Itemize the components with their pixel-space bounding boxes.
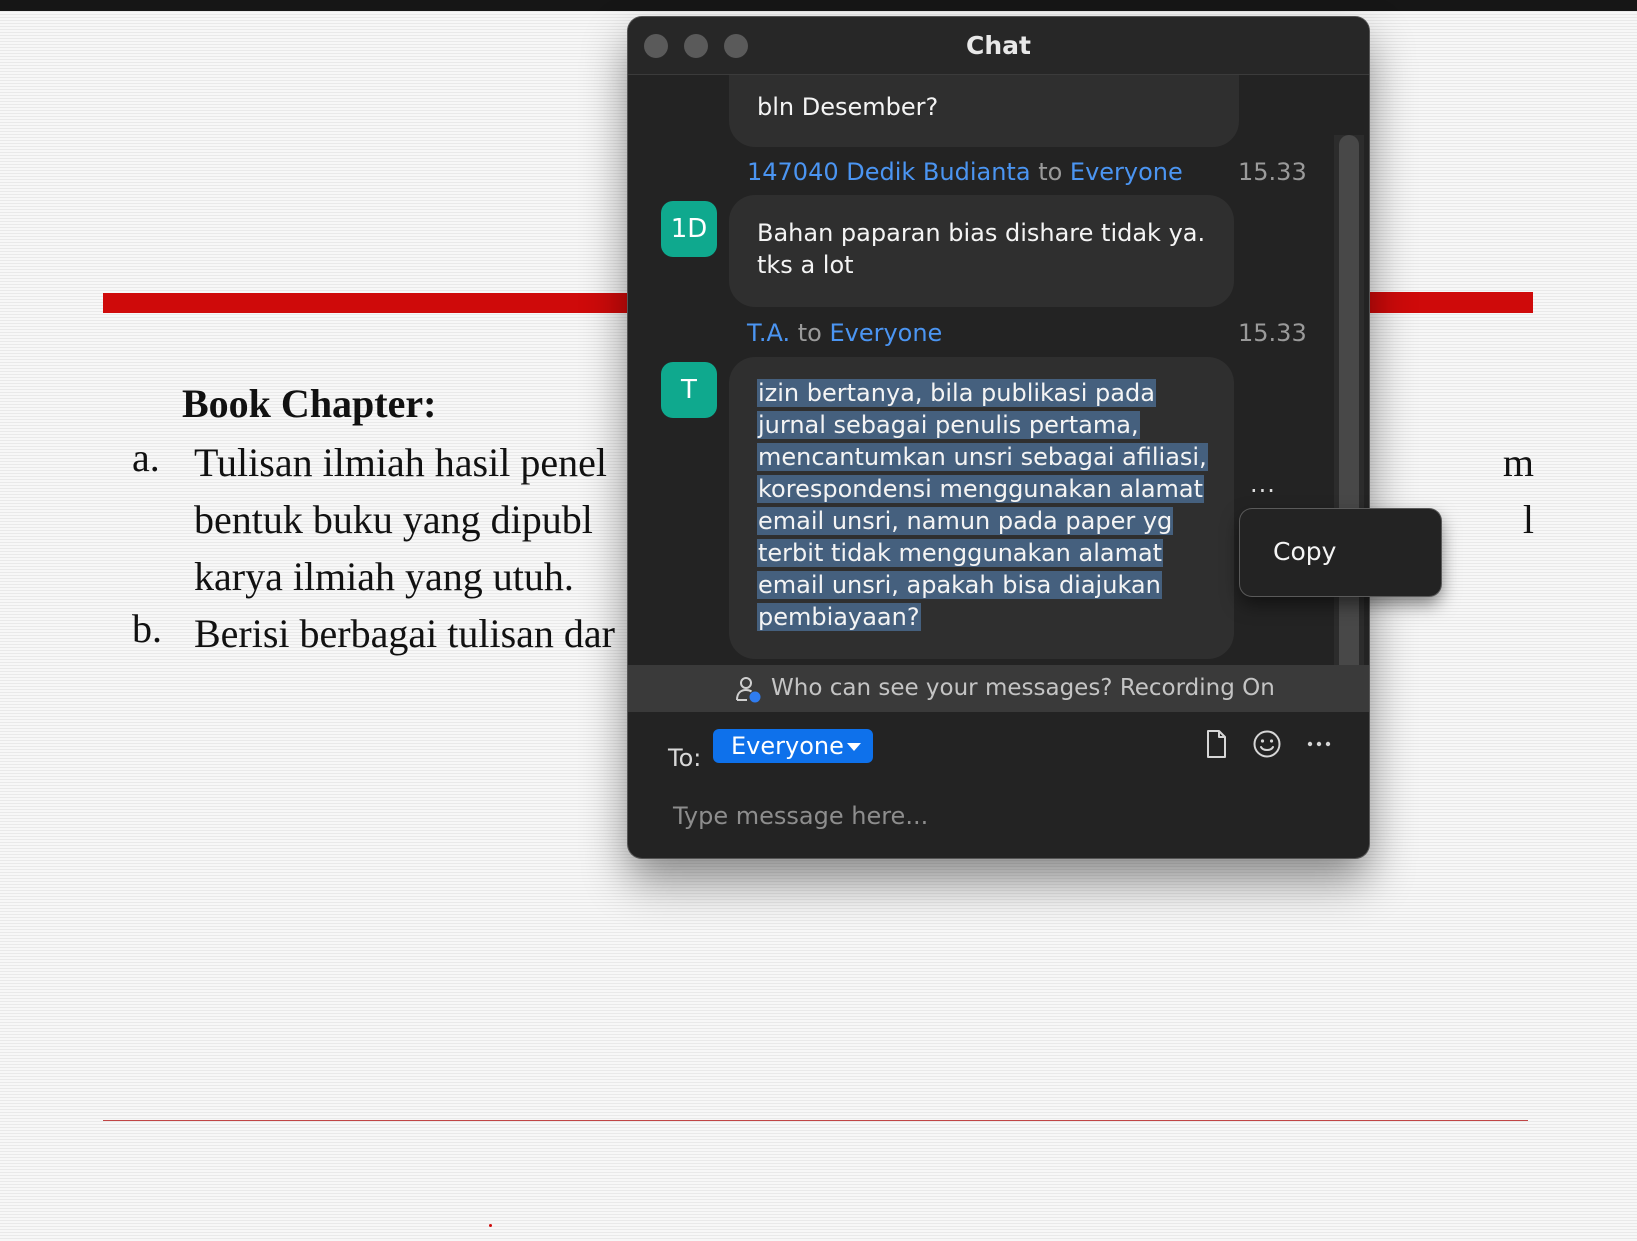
visibility-notice-text: Who can see your messages? Recording On bbox=[771, 675, 1275, 701]
sender-name[interactable]: 147040 Dedik Budianta bbox=[747, 158, 1031, 186]
message-line: tks a lot bbox=[757, 251, 854, 279]
top-menu-bar bbox=[0, 0, 1637, 11]
message-line: email unsri, apakah bisa diajukan bbox=[757, 571, 1162, 599]
message-bubble[interactable]: bln Desember? bbox=[729, 75, 1239, 147]
avatar[interactable]: T bbox=[661, 362, 717, 418]
message-bubble[interactable]: Bahan paparan bias dishare tidak ya. tks… bbox=[729, 195, 1234, 307]
recipient-selected: Everyone bbox=[731, 732, 844, 760]
visibility-notice[interactable]: Who can see your messages? Recording On bbox=[628, 665, 1369, 712]
avatar[interactable]: 1D bbox=[661, 201, 717, 257]
message-header: 147040 Dedik Budianta to Everyone bbox=[747, 158, 1183, 186]
slide-heading: Book Chapter: bbox=[182, 381, 437, 426]
message-line: korespondensi menggunakan alamat bbox=[757, 475, 1205, 503]
more-icon[interactable] bbox=[1303, 728, 1335, 760]
recipient-dropdown[interactable]: Everyone bbox=[713, 729, 873, 763]
message-time: 15.33 bbox=[1238, 319, 1307, 347]
message-line: email unsri, namun pada paper yg bbox=[757, 507, 1174, 535]
message-line: Bahan paparan bias dishare tidak ya. bbox=[757, 219, 1206, 247]
menu-item-label: Copy bbox=[1273, 537, 1337, 566]
list-marker: a. bbox=[132, 435, 160, 480]
slide-line-fragment: l bbox=[1522, 497, 1534, 542]
message-text: bln Desember? bbox=[757, 93, 939, 121]
message-line: terbit tidak menggunakan alamat bbox=[757, 539, 1164, 567]
to-word: to bbox=[1038, 158, 1063, 186]
message-line: pembiayaan? bbox=[757, 603, 921, 631]
context-menu: Copy bbox=[1240, 509, 1441, 596]
chat-title: Chat bbox=[966, 31, 1031, 60]
slide-dot bbox=[489, 1224, 492, 1227]
chat-window: Chat bln Desember? 147040 Dedik Budianta… bbox=[628, 17, 1369, 858]
message-text-selected[interactable]: izin bertanya, bila publikasi pada jurna… bbox=[757, 377, 1219, 633]
list-marker: b. bbox=[132, 606, 162, 651]
to-word: to bbox=[797, 319, 822, 347]
slide-red-thin-rule bbox=[1350, 292, 1533, 294]
chat-titlebar[interactable]: Chat bbox=[628, 17, 1369, 75]
file-icon[interactable] bbox=[1200, 728, 1232, 760]
user-visibility-icon bbox=[736, 677, 761, 703]
to-label: To: bbox=[668, 744, 702, 772]
emoji-icon[interactable] bbox=[1251, 728, 1283, 760]
message-line: izin bertanya, bila publikasi pada bbox=[757, 379, 1156, 407]
message-line: jurnal sebagai penulis pertama, bbox=[757, 411, 1140, 439]
dropdown-caret-icon bbox=[847, 743, 861, 751]
message-bubble[interactable]: izin bertanya, bila publikasi pada jurna… bbox=[729, 357, 1234, 659]
slide-line-text: Tulisan ilmiah hasil penel bbox=[194, 440, 607, 485]
slide-line-text: bentuk buku yang dipubl bbox=[194, 497, 593, 542]
message-line: mencantumkan unsri sebagai afiliasi, bbox=[757, 443, 1208, 471]
message-header: T.A. to Everyone bbox=[747, 319, 942, 347]
message-input[interactable]: Type message here... bbox=[673, 802, 1323, 830]
message-text: Bahan paparan bias dishare tidak ya. tks… bbox=[757, 217, 1227, 281]
slide-line-fragment: m bbox=[1502, 440, 1534, 485]
message-time: 15.33 bbox=[1238, 158, 1307, 186]
recipient-name[interactable]: Everyone bbox=[829, 319, 942, 347]
copy-menu-item[interactable]: Copy bbox=[1240, 509, 1441, 596]
recipient-name[interactable]: Everyone bbox=[1070, 158, 1183, 186]
message-more-button[interactable]: ... bbox=[1250, 470, 1276, 498]
slide-bottom-rule bbox=[103, 1120, 1528, 1121]
sender-name[interactable]: T.A. bbox=[747, 319, 790, 347]
